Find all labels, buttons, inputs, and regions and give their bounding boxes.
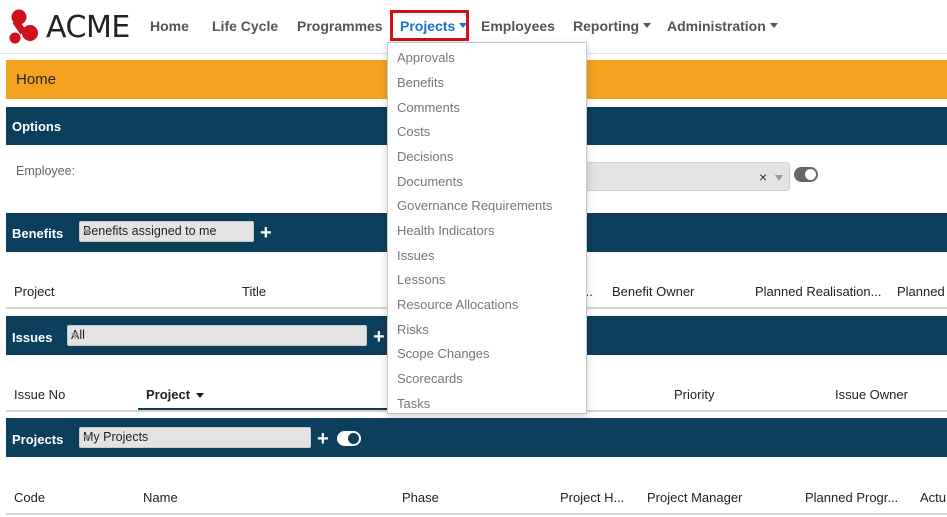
projects-table-header: Code Name Phase Project H... Project Man… [6, 457, 947, 515]
chevron-down-icon[interactable] [775, 175, 783, 181]
acme-logo-icon [8, 8, 42, 46]
column-header[interactable]: Project Manager [647, 490, 742, 505]
column-header[interactable]: Priority [674, 387, 714, 402]
toggle-knob [805, 169, 816, 180]
acme-logo[interactable]: ACME [8, 8, 130, 46]
nav-home[interactable]: Home [150, 18, 189, 34]
options-title: Options [12, 119, 62, 134]
issues-filter-select[interactable]: All [67, 325, 367, 346]
column-header[interactable]: Issue Owner [835, 387, 908, 402]
clear-icon[interactable]: × [759, 169, 767, 185]
chevron-down-icon [769, 22, 778, 28]
project-sort-column[interactable]: Project [146, 387, 205, 402]
page-title: Home [16, 71, 57, 88]
chevron-down-icon [643, 22, 652, 28]
brand-name: ACME [46, 9, 130, 45]
column-header[interactable]: Project [14, 284, 54, 299]
nav-projects-label: Projects [400, 18, 456, 34]
sort-down-icon [196, 393, 205, 399]
chevron-down-icon [83, 229, 91, 235]
menu-item-health-indicators[interactable]: Health Indicators [397, 223, 495, 238]
employee-select[interactable]: × [586, 162, 790, 191]
nav-administration-label: Administration [667, 18, 766, 34]
benefits-filter-value: Benefits assigned to me [83, 224, 217, 238]
column-header[interactable]: Planned [897, 284, 945, 299]
column-header[interactable]: Issue No [14, 387, 65, 402]
column-header[interactable]: Planned Realisation... [755, 284, 881, 299]
menu-item-issues[interactable]: Issues [397, 248, 435, 263]
column-header-label: Project [146, 387, 191, 402]
menu-item-approvals[interactable]: Approvals [397, 50, 455, 65]
chevron-down-icon [71, 333, 79, 339]
nav-programmes[interactable]: Programmes [297, 18, 383, 34]
menu-item-comments[interactable]: Comments [397, 100, 460, 115]
add-project-button[interactable]: + [317, 429, 329, 449]
projects-filter-value: My Projects [83, 430, 149, 444]
add-issue-button[interactable]: + [373, 327, 385, 347]
menu-item-tasks[interactable]: Tasks [397, 396, 430, 411]
benefits-filter-select[interactable]: Benefits assigned to me [79, 221, 254, 242]
projects-toggle[interactable] [337, 431, 361, 446]
nav-projects[interactable]: Projects [400, 18, 468, 34]
projects-title: Projects [12, 432, 64, 447]
issues-title: Issues [12, 330, 53, 345]
menu-item-scope-changes[interactable]: Scope Changes [397, 346, 490, 361]
menu-item-governance-requirements[interactable]: Governance Requirements [397, 198, 552, 213]
menu-item-resource-allocations[interactable]: Resource Allocations [397, 297, 518, 312]
projects-filter-select[interactable]: My Projects [79, 427, 311, 448]
nav-reporting-label: Reporting [573, 18, 640, 34]
chevron-down-icon [83, 435, 91, 441]
column-header[interactable]: Title [242, 284, 266, 299]
projects-dropdown-menu: Approvals Benefits Comments Costs Decisi… [387, 42, 587, 414]
employee-toggle[interactable] [794, 167, 818, 182]
add-benefit-button[interactable]: + [260, 223, 272, 243]
nav-life-cycle[interactable]: Life Cycle [212, 18, 278, 34]
menu-item-scorecards[interactable]: Scorecards [397, 371, 463, 386]
column-header[interactable]: Actu [920, 490, 946, 505]
menu-item-risks[interactable]: Risks [397, 322, 429, 337]
menu-item-benefits[interactable]: Benefits [397, 75, 444, 90]
column-header[interactable]: Benefit Owner [612, 284, 694, 299]
menu-item-documents[interactable]: Documents [397, 174, 463, 189]
toggle-knob [348, 433, 359, 444]
menu-item-decisions[interactable]: Decisions [397, 149, 453, 164]
column-header[interactable]: Project H... [560, 490, 624, 505]
chevron-down-icon [459, 22, 468, 28]
employee-label: Employee: [16, 164, 76, 178]
column-header[interactable]: Name [143, 490, 178, 505]
column-header[interactable]: Phase [402, 490, 439, 505]
benefits-title: Benefits [12, 226, 64, 241]
column-header[interactable]: Planned Progr... [805, 490, 898, 505]
active-column-indicator [138, 408, 388, 410]
nav-employees[interactable]: Employees [481, 18, 555, 34]
nav-reporting[interactable]: Reporting [573, 18, 652, 34]
menu-item-lessons[interactable]: Lessons [397, 272, 445, 287]
projects-header: Projects My Projects + [6, 418, 947, 457]
menu-item-costs[interactable]: Costs [397, 124, 430, 139]
nav-administration[interactable]: Administration [667, 18, 778, 34]
column-header[interactable]: Code [14, 490, 45, 505]
